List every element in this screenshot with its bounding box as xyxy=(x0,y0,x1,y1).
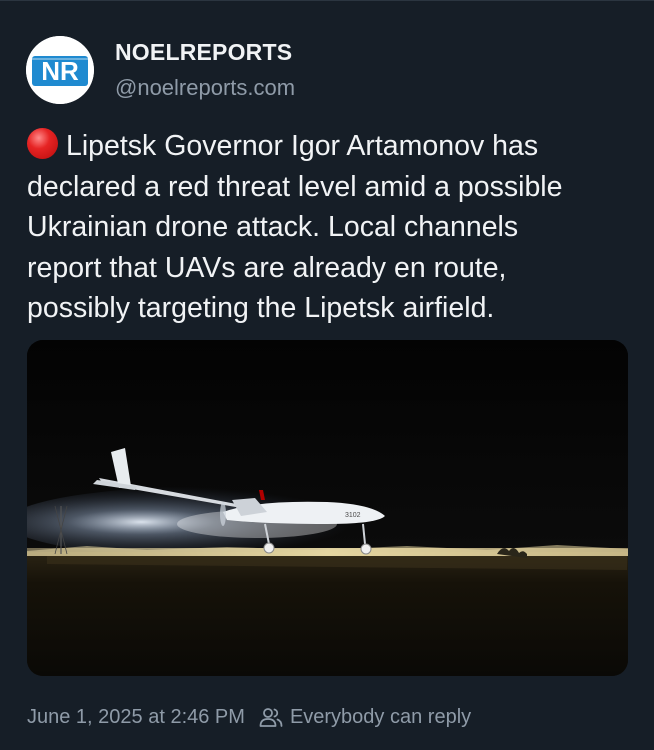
avatar-logo: NR xyxy=(26,36,94,104)
avatar[interactable]: NR xyxy=(26,36,94,104)
author-block: NOELREPORTS @noelreports.com xyxy=(115,38,295,102)
post-timestamp[interactable]: June 1, 2025 at 2:46 PM xyxy=(27,706,245,729)
aircraft-marking: 3102 xyxy=(345,512,361,519)
author-display-name[interactable]: NOELREPORTS xyxy=(115,38,295,66)
author-handle[interactable]: @noelreports.com xyxy=(115,74,295,102)
post-line: Ukrainian drone attack. Local channels xyxy=(27,211,519,243)
people-icon xyxy=(259,706,283,728)
post-image[interactable]: 3102 xyxy=(27,340,628,676)
reply-setting[interactable]: Everybody can reply xyxy=(290,706,471,729)
avatar-initials: NR xyxy=(41,56,79,86)
post-line: report that UAVs are already en route, xyxy=(27,251,507,284)
post-line: Lipetsk Governor Igor Artamonov has xyxy=(27,126,637,167)
post-line: possibly targeting the Lipetsk airfield. xyxy=(27,292,495,324)
post-footer: June 1, 2025 at 2:46 PM Everybody can re… xyxy=(27,702,471,732)
post-text: Lipetsk Governor Igor Artamonov has decl… xyxy=(27,126,637,329)
red-circle-icon xyxy=(27,128,58,159)
post-line: declared a red threat level amid a possi… xyxy=(27,170,563,203)
drone-photo: 3102 xyxy=(27,340,628,676)
post: NR NOELREPORTS @noelreports.com Lipetsk … xyxy=(0,0,654,750)
post-line-text: Lipetsk Governor Igor Artamonov has xyxy=(66,130,539,162)
